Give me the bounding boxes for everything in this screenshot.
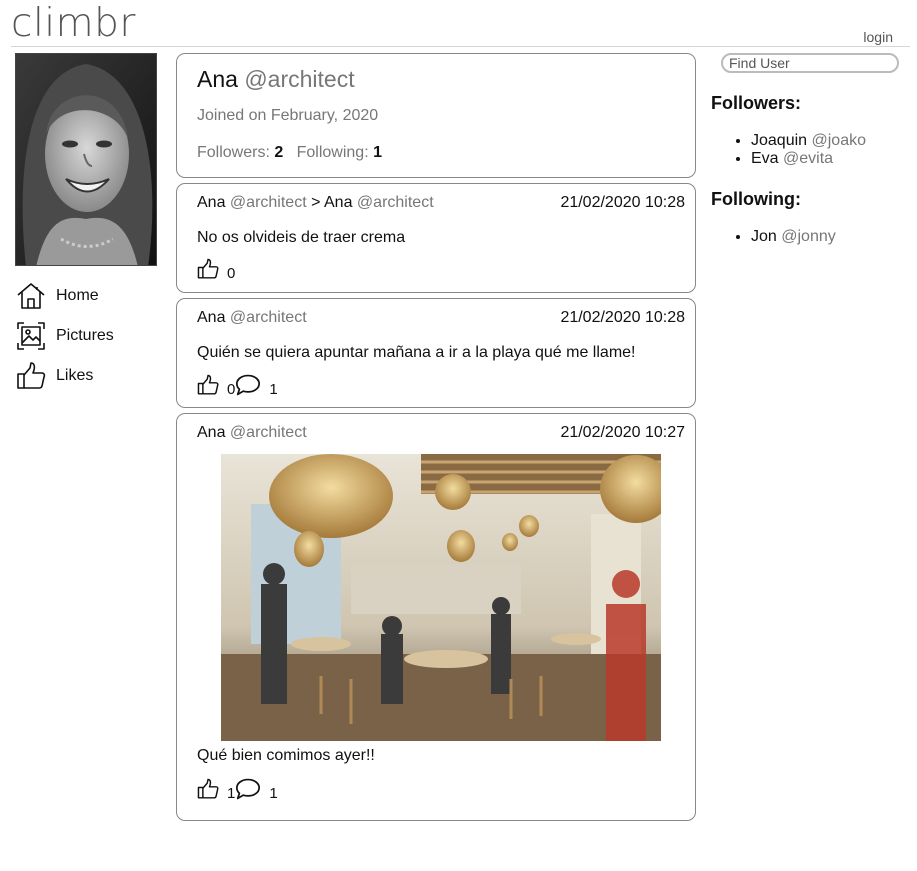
following-title: Following: — [711, 189, 801, 209]
post-authors: Ana @architect — [197, 424, 307, 442]
post-card: Ana @architect 21/02/2020 10:27 Qué bien… — [176, 413, 696, 821]
post-photo[interactable] — [221, 454, 661, 741]
brand-logo[interactable]: climbr — [11, 1, 136, 46]
post-header: Ana @architect > Ana @architect 21/02/20… — [197, 194, 685, 212]
post-authors: Ana @architect — [197, 309, 307, 327]
post-actions: 0 1 — [197, 373, 278, 398]
reply-separator: > — [311, 194, 321, 211]
follower-name: Joaquin — [751, 132, 808, 149]
followers-stat-label: Followers: — [197, 144, 270, 161]
post-actions: 1 1 — [197, 777, 278, 802]
follower-handle[interactable]: @joako — [812, 132, 867, 149]
post-header: Ana @architect 21/02/2020 10:27 — [197, 424, 685, 442]
profile-card: Ana @architect Joined on February, 2020 … — [176, 53, 696, 178]
post-text: No os olvideis de traer crema — [197, 229, 406, 246]
post-text: Quién se quiera apuntar mañana a ir a la… — [197, 344, 636, 361]
header-divider — [11, 46, 910, 47]
follower-name: Eva — [751, 150, 779, 167]
following-stat-count: 1 — [373, 144, 382, 161]
post-card: Ana @architect > Ana @architect 21/02/20… — [176, 183, 696, 293]
post-header: Ana @architect 21/02/2020 10:28 — [197, 309, 685, 327]
like-count: 0 — [227, 264, 236, 282]
following-name: Jon — [751, 228, 777, 245]
likes-icon — [17, 362, 46, 389]
profile-stats: Followers: 2 Following: 1 — [197, 144, 382, 162]
nav-pictures[interactable]: Pictures — [16, 316, 166, 356]
follower-item[interactable]: Eva @evita — [751, 150, 866, 168]
comment-count: 1 — [269, 380, 278, 398]
login-link[interactable]: login — [863, 29, 893, 45]
profile-name: Ana — [197, 66, 238, 92]
post-author: Ana — [197, 309, 226, 326]
profile-joined: Joined on February, 2020 — [197, 107, 379, 124]
post-date: 21/02/2020 10:27 — [560, 424, 685, 441]
post-author-handle[interactable]: @architect — [230, 424, 307, 441]
like-icon[interactable] — [197, 374, 219, 396]
like-count: 0 — [227, 380, 236, 398]
nav-pictures-label: Pictures — [56, 327, 114, 344]
post-recipient-handle[interactable]: @architect — [357, 194, 434, 211]
follower-handle[interactable]: @evita — [783, 150, 833, 167]
following-list: Jon @jonny — [711, 228, 836, 246]
following-handle[interactable]: @jonny — [781, 228, 836, 245]
comment-icon[interactable] — [235, 373, 261, 397]
home-icon — [17, 283, 45, 309]
comment-count: 1 — [269, 784, 278, 802]
find-user-input[interactable] — [721, 53, 899, 73]
post-text: Qué bien comimos ayer!! — [197, 747, 375, 764]
nav-home-label: Home — [56, 287, 99, 304]
post-recipient: Ana — [324, 194, 353, 211]
post-actions: 0 — [197, 258, 236, 282]
followers-stat-count: 2 — [274, 144, 284, 161]
post-card: Ana @architect 21/02/2020 10:28 Quién se… — [176, 298, 696, 408]
followers-title: Followers: — [711, 93, 802, 113]
followers-list: Joaquin @joako Eva @evita — [711, 132, 866, 168]
profile-name-line: Ana @architect — [197, 66, 355, 93]
post-authors: Ana @architect > Ana @architect — [197, 194, 434, 212]
comment-icon[interactable] — [235, 777, 261, 801]
pictures-icon — [17, 322, 45, 350]
profile-handle[interactable]: @architect — [244, 66, 354, 92]
nav-home[interactable]: Home — [16, 276, 166, 316]
like-count: 1 — [227, 784, 236, 802]
profile-avatar — [15, 53, 157, 266]
post-author: Ana — [197, 194, 226, 211]
like-icon[interactable] — [197, 258, 219, 280]
post-author: Ana — [197, 424, 226, 441]
post-author-handle[interactable]: @architect — [230, 309, 307, 326]
post-author-handle[interactable]: @architect — [230, 194, 307, 211]
follower-item[interactable]: Joaquin @joako — [751, 132, 866, 150]
post-date: 21/02/2020 10:28 — [560, 194, 685, 211]
post-date: 21/02/2020 10:28 — [560, 309, 685, 326]
side-nav: Home Pictures Likes — [16, 276, 166, 396]
following-item[interactable]: Jon @jonny — [751, 228, 836, 246]
like-icon[interactable] — [197, 778, 219, 800]
nav-likes-label: Likes — [56, 367, 94, 384]
nav-likes[interactable]: Likes — [16, 356, 166, 396]
following-stat-label: Following: — [296, 144, 369, 161]
